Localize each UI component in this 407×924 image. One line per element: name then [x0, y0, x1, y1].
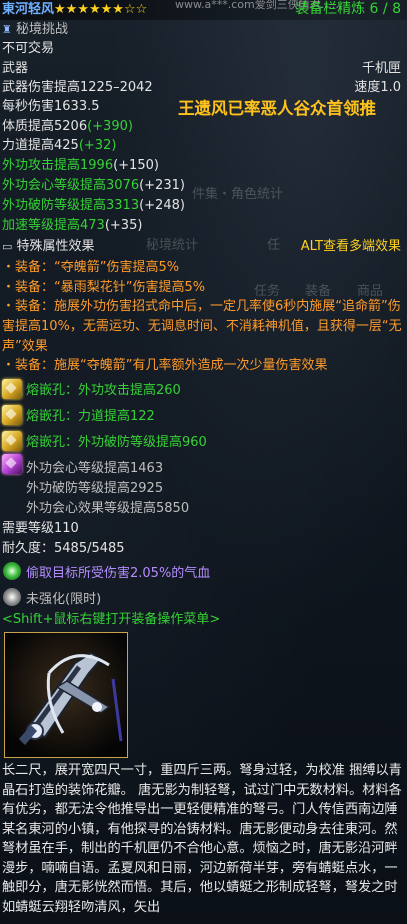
attr-bonus: (+231): [139, 178, 185, 193]
effect-line: ・装备：施展“夺魄箭”有几率额外造成一次少量伤害效果: [2, 358, 328, 373]
attr-bonus: (+248): [139, 198, 185, 213]
attr-bonus: (+390): [87, 119, 133, 134]
binding: 不可交易: [2, 41, 55, 56]
socket-gem-icon: [2, 379, 22, 399]
slot: 武器: [2, 61, 29, 76]
effect-line: ・装备：施展外功伤害招式命中后，一定几率使6秒内施展“追命箭”伤害提高10%，无…: [2, 299, 402, 354]
bonus-effect: 偷取目标所受伤害2.05%的气血: [26, 566, 211, 581]
item-description: 长二尺，展开宽四尺一寸，重四斤三两。弩身过轻，为校准 捆缚以青晶石打造的装饰花瓣…: [2, 763, 402, 915]
attr-bonus: (+35): [104, 218, 143, 233]
enchant-line: 外功会心等级提高1463: [26, 461, 164, 476]
monitor-icon: ▭: [2, 240, 13, 253]
durability: 耐久度：5485/5485: [2, 541, 125, 556]
socket-gem-icon: [2, 431, 22, 451]
attr-bonus: (+150): [113, 158, 159, 173]
socket-gem-icon: [2, 405, 22, 425]
strengthen-status: 未强化(限时): [26, 592, 102, 607]
attr-attack: 外功攻击提高1996(+150): [2, 157, 159, 174]
subtitle-row: ♜ 秘境挑战: [2, 21, 68, 38]
attr-base: 加速等级提高473: [2, 218, 105, 233]
attr-base: 外功会心等级提高3076: [2, 178, 140, 193]
attr-base: 外功破防等级提高3313: [2, 198, 140, 213]
special-header-row: ▭ 特殊属性效果: [2, 238, 95, 255]
attr-pen: 外功破防等级提高3313(+248): [2, 197, 185, 214]
required-level: 需要等级110: [2, 521, 79, 536]
attr-con: 体质提高5206(+390): [2, 118, 133, 135]
strengthen-icon: [3, 588, 21, 606]
bg-menu-text: 任: [267, 238, 281, 253]
socket-line: 熔嵌孔：外功攻击提高260: [26, 383, 181, 398]
enchant-line: 外功破防等级提高2925: [26, 481, 164, 496]
trophy-icon: ♜: [2, 23, 12, 36]
attack-speed: 速度1.0: [354, 80, 401, 95]
attr-base: 外功攻击提高1996: [2, 158, 114, 173]
crossbow-illustration: [5, 633, 127, 757]
refine-level: 装备栏精炼 6 / 8: [295, 1, 401, 17]
attr-str: 力道提高425(+32): [2, 137, 116, 154]
dps: 每秒伤害1633.5: [2, 99, 100, 114]
drop-source: 王遗风已率恶人谷众首领推: [178, 99, 376, 118]
enchant-line: 外功会心效果等级提高5850: [26, 501, 190, 516]
effect-line: ・装备：“暴雨梨花针”伤害提高5%: [2, 280, 206, 295]
enchant-gem-icon: [2, 454, 22, 474]
attr-bonus: (+32): [78, 138, 117, 153]
lifesteal-icon: [3, 562, 21, 580]
effect-line: ・装备：“夺魄箭”伤害提高5%: [2, 260, 180, 275]
bg-menu-text: 件集・角色统计: [192, 187, 284, 202]
item-name: 東河轻风: [2, 2, 55, 17]
item-title-row: 東河轻风★★★★★★☆☆: [2, 1, 147, 18]
alt-hint: ALT查看多端效果: [300, 239, 401, 254]
item-portrait: [4, 632, 128, 758]
special-header: 特殊属性效果: [16, 239, 95, 254]
attr-crit: 外功会心等级提高3076(+231): [2, 177, 185, 194]
weapon-damage: 武器伤害提高1225–2042: [2, 80, 153, 95]
socket-line: 熔嵌孔：力道提高122: [26, 409, 155, 424]
bg-menu-text: 秘境统计: [146, 238, 199, 253]
attr-base: 力道提高425: [2, 138, 79, 153]
star-rating: ★★★★★★☆☆: [54, 2, 148, 17]
attr-haste: 加速等级提高473(+35): [2, 217, 142, 234]
weapon-type: 千机匣: [361, 61, 401, 76]
attr-base: 体质提高5206: [2, 119, 88, 134]
shift-menu-hint: <Shift+鼠标右键打开装备操作菜单>: [2, 612, 221, 627]
socket-line: 熔嵌孔：外功破防等级提高960: [26, 435, 207, 450]
subtitle: 秘境挑战: [16, 22, 69, 37]
